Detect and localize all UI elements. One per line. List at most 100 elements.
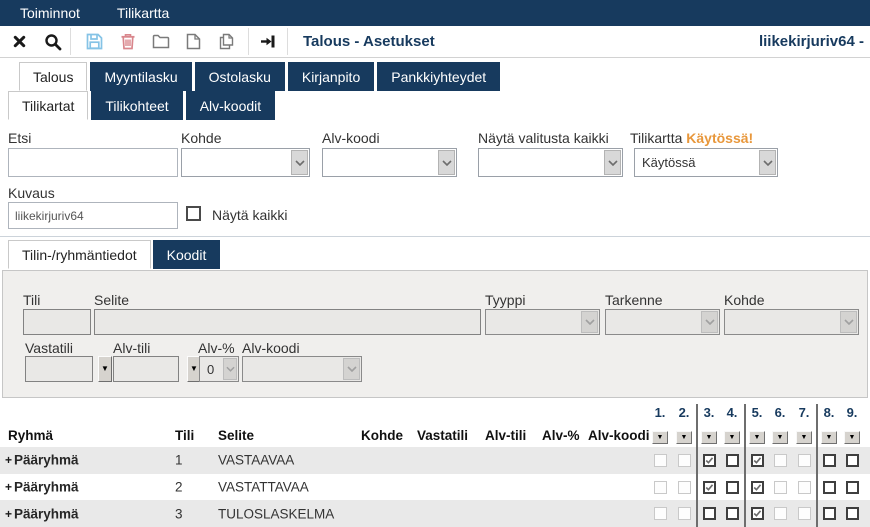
expand-icon[interactable]: + [5, 453, 12, 467]
table-row[interactable]: +Pääryhmä2VASTATTAVAA [0, 474, 870, 501]
flag-columns-header: 1.▼2.▼3.▼4.▼5.▼6.▼7.▼8.▼9.▼ [648, 404, 864, 447]
expand-icon[interactable]: + [5, 480, 12, 494]
flag-filter-button[interactable]: ▼ [796, 431, 812, 444]
delete-icon[interactable] [111, 29, 144, 55]
flag-checkbox[interactable] [703, 507, 716, 520]
close-icon[interactable] [3, 29, 36, 55]
menu-toiminnot[interactable]: Toiminnot [20, 5, 80, 21]
etsi-input[interactable] [8, 148, 178, 177]
flag-checkbox[interactable] [823, 454, 836, 467]
row-tili-value: 2 [175, 480, 183, 495]
chevron-down-icon [581, 311, 598, 333]
flag-cell-9 [840, 474, 864, 501]
flag-checkbox[interactable] [751, 454, 764, 467]
flag-checkbox [654, 454, 667, 467]
tab-talous[interactable]: Talous [19, 62, 87, 91]
vastatili-dropdown-button[interactable]: ▼ [98, 356, 112, 382]
menu-tilikartta[interactable]: Tilikartta [117, 5, 169, 21]
flag-filter-button[interactable]: ▼ [749, 431, 765, 444]
flag-cell-2 [672, 447, 696, 474]
new-document-icon[interactable] [177, 29, 210, 55]
row-group-label: Pääryhmä [14, 453, 79, 468]
flag-cell-7 [792, 474, 816, 501]
copy-icon[interactable] [210, 29, 243, 55]
flag-checkbox [654, 481, 667, 494]
tyyppi-select[interactable] [485, 309, 600, 335]
tab-kirjanpito[interactable]: Kirjanpito [288, 62, 374, 91]
flag-filter-button[interactable]: ▼ [821, 431, 837, 444]
flag-checkbox[interactable] [823, 481, 836, 494]
tab-tilikartat[interactable]: Tilikartat [8, 91, 88, 120]
folder-icon[interactable] [144, 29, 177, 55]
row-group-label: Pääryhmä [14, 480, 79, 495]
flag-column-number: 2. [679, 405, 690, 420]
detail-tab-koodit[interactable]: Koodit [153, 240, 221, 269]
flag-column-number: 5. [752, 405, 763, 420]
tab-pankkiyhteydet[interactable]: Pankkiyhteydet [377, 62, 500, 91]
tilikartta-select[interactable]: Käytössä [634, 148, 778, 177]
tab-tilikohteet[interactable]: Tilikohteet [91, 91, 182, 120]
kohde-detail-select[interactable] [724, 309, 859, 335]
tab-ostolasku[interactable]: Ostolasku [195, 62, 285, 91]
kuvaus-input[interactable] [8, 202, 178, 229]
chevron-down-icon [604, 150, 621, 175]
col-vastatili: Vastatili [417, 428, 468, 443]
flag-cell-6 [768, 474, 792, 501]
chevron-down-icon [840, 311, 857, 333]
flag-checkbox[interactable] [726, 454, 739, 467]
alv-koodi-detail-select[interactable] [242, 356, 362, 382]
flag-filter-button[interactable]: ▼ [772, 431, 788, 444]
flag-filter-button[interactable]: ▼ [724, 431, 740, 444]
vastatili-input[interactable] [25, 356, 93, 382]
flag-cell-7 [792, 500, 816, 527]
flag-column-8: 8. ▼ [816, 404, 840, 447]
expand-icon[interactable]: + [5, 507, 12, 521]
flag-checkbox[interactable] [846, 507, 859, 520]
nayta-valitusta-label: Näytä valitusta kaikki [478, 130, 609, 146]
flag-filter-button[interactable]: ▼ [652, 431, 668, 444]
etsi-label: Etsi [8, 130, 31, 146]
vastatili-label: Vastatili [25, 340, 73, 356]
flag-checkbox [774, 507, 787, 520]
flag-cell-5 [744, 474, 768, 501]
save-icon[interactable] [78, 29, 111, 55]
selite-input[interactable] [94, 309, 481, 335]
table-row[interactable]: +Pääryhmä1VASTAAVAA [0, 447, 870, 474]
flag-checkbox[interactable] [751, 481, 764, 494]
kohde-label: Kohde [181, 130, 221, 146]
exit-icon[interactable] [250, 29, 286, 55]
col-kohde: Kohde [361, 428, 403, 443]
flag-checkbox[interactable] [726, 481, 739, 494]
chevron-down-icon [701, 311, 718, 333]
flag-checkbox[interactable] [703, 481, 716, 494]
tab-alv-koodit[interactable]: Alv-koodit [186, 91, 275, 120]
tili-input[interactable] [23, 309, 91, 335]
flag-filter-button[interactable]: ▼ [676, 431, 692, 444]
nayta-valitusta-select[interactable] [478, 148, 623, 177]
flag-filter-button[interactable]: ▼ [701, 431, 717, 444]
alv-pct-select[interactable]: 0 [199, 356, 239, 382]
flag-column-2: 2. ▼ [672, 404, 696, 447]
row-tili-value: 3 [175, 506, 183, 521]
flag-checkbox[interactable] [823, 507, 836, 520]
tab-myyntilasku[interactable]: Myyntilasku [90, 62, 191, 91]
flag-checkbox[interactable] [703, 454, 716, 467]
flag-filter-button[interactable]: ▼ [844, 431, 860, 444]
flag-column-3: 3.▼ [696, 404, 720, 447]
flag-checkbox[interactable] [846, 481, 859, 494]
detail-tab-tilin-ryhm-ntiedot[interactable]: Tilin-/ryhmäntiedot [8, 240, 151, 269]
kohde-select[interactable] [181, 148, 310, 177]
flag-checkbox [774, 454, 787, 467]
alv-tili-input[interactable] [113, 356, 179, 382]
table-row[interactable]: +Pääryhmä3TULOSLASKELMA [0, 500, 870, 527]
search-icon[interactable] [36, 29, 69, 55]
flag-column-1: 1.▼ [648, 404, 672, 447]
flag-column-number: 8. [824, 405, 835, 420]
tarkenne-select[interactable] [605, 309, 720, 335]
tyyppi-label: Tyyppi [485, 292, 525, 308]
flag-checkbox[interactable] [726, 507, 739, 520]
flag-checkbox[interactable] [751, 507, 764, 520]
alv-koodi-select[interactable] [322, 148, 457, 177]
flag-checkbox[interactable] [846, 454, 859, 467]
nayta-kaikki-checkbox[interactable] [186, 206, 201, 221]
